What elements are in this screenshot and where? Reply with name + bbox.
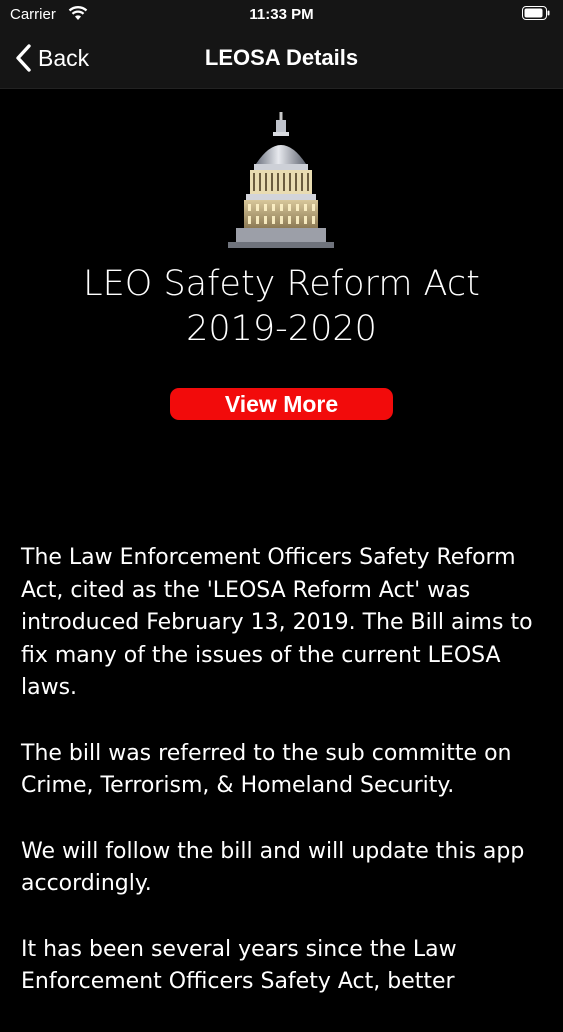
page-title: LEOSA Details bbox=[204, 45, 359, 70]
act-title: LEO Safety Reform Act 2019-2020 bbox=[0, 262, 563, 352]
status-bar: Carrier 11:33 PM bbox=[0, 0, 563, 30]
paragraph-history: It has been several years since the Law … bbox=[21, 936, 457, 995]
act-title-line2: 2019-2020 bbox=[186, 309, 377, 349]
navigation-bar: Back LEOSA Details bbox=[0, 30, 563, 89]
paragraph-committee: The bill was referred to the sub committ… bbox=[21, 740, 512, 799]
view-more-button[interactable]: View More bbox=[170, 388, 393, 420]
status-time: 11:33 PM bbox=[249, 6, 314, 23]
paragraph-follow: We will follow the bill and will update … bbox=[21, 838, 525, 897]
act-title-line1: LEO Safety Reform Act bbox=[83, 264, 480, 304]
capitol-dome-image bbox=[228, 112, 334, 248]
paragraph-intro: The Law Enforcement Officers Safety Refo… bbox=[21, 545, 533, 700]
battery-icon bbox=[522, 6, 550, 20]
details-text: The Law Enforcement Officers Safety Refo… bbox=[21, 542, 546, 1032]
